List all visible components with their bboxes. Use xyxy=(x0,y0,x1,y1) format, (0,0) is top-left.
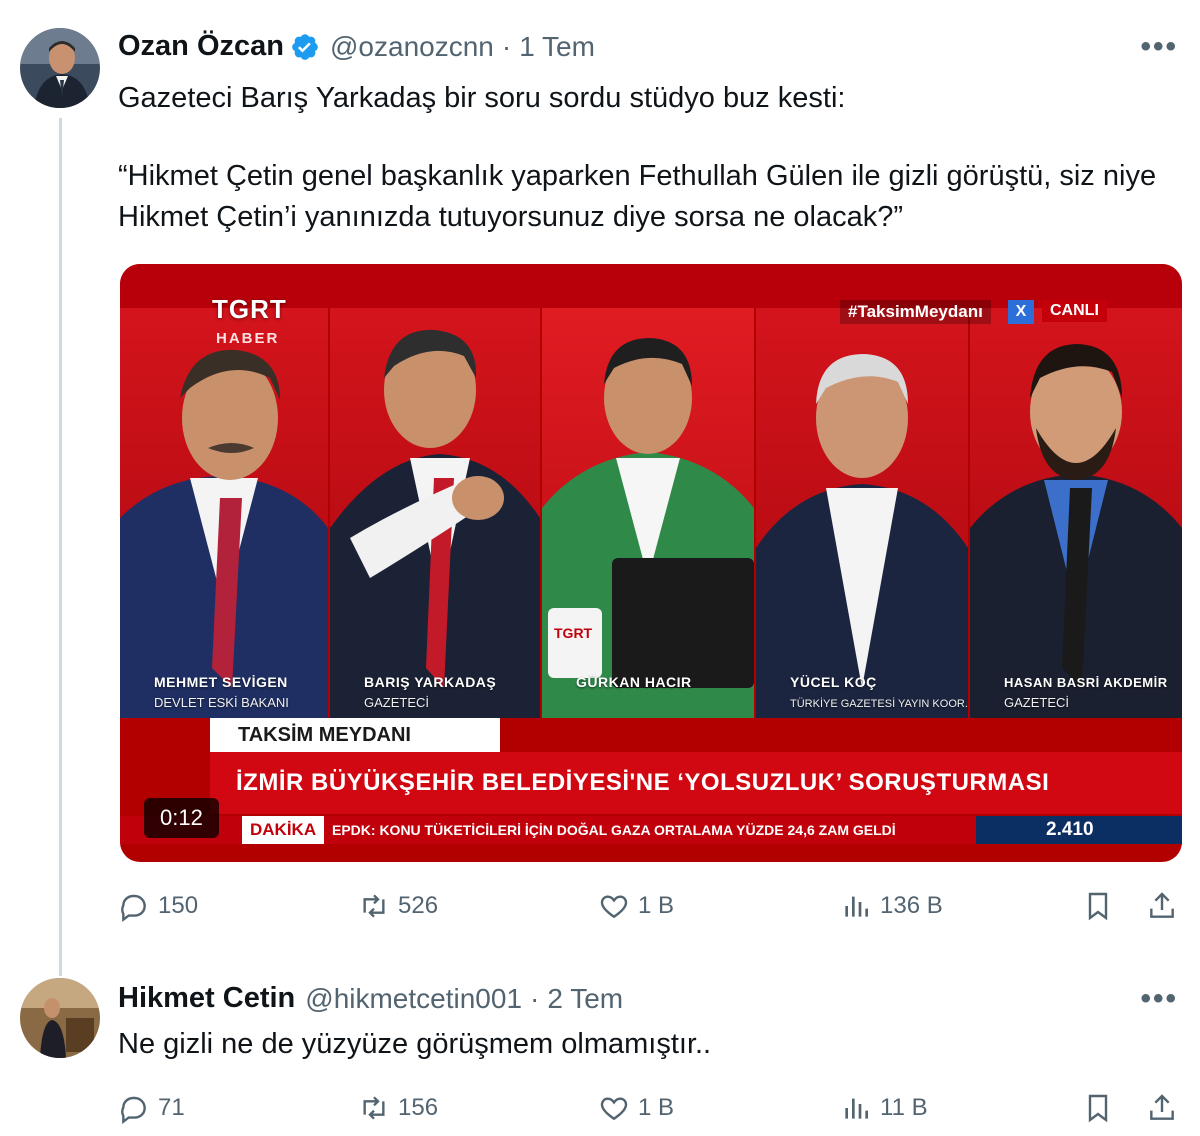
x-logo-icon: X xyxy=(1008,300,1034,324)
ticker-label: DAKİKA xyxy=(242,816,325,844)
views-button[interactable]: 11 B xyxy=(840,1092,928,1124)
video-panel-host: TGRT GÜRKAN HACIR xyxy=(542,308,754,718)
program-hashtag: #TaksimMeydanı xyxy=(840,300,991,324)
views-button[interactable]: 136 B xyxy=(840,890,943,922)
repost-icon xyxy=(363,894,385,918)
separator-dot: · xyxy=(501,30,512,62)
tweet-text-line1: Gazeteci Barış Yarkadaş bir soru sordu s… xyxy=(118,82,846,114)
tweet-header: Ozan Özcan @ozanozcnn · 1 Tem xyxy=(118,30,595,63)
share-icon xyxy=(1150,1094,1174,1120)
like-icon xyxy=(600,895,628,919)
channel-logo: TGRT xyxy=(212,294,287,324)
reply-tweet[interactable]: Hikmet Cetin @hikmetcetin001 · 2 Tem •••… xyxy=(0,976,1200,1136)
author-handle[interactable]: @ozanozcnn xyxy=(330,31,494,63)
live-badge: CANLI xyxy=(1042,300,1107,322)
more-icon[interactable]: ••• xyxy=(1140,30,1178,64)
reply-icon xyxy=(121,894,146,922)
bookmark-icon xyxy=(1088,892,1108,921)
video-timecode: 0:12 xyxy=(144,798,219,838)
views-count: 11 B xyxy=(880,1094,928,1121)
reply-author-avatar[interactable] xyxy=(20,978,100,1058)
share-button[interactable] xyxy=(1146,890,1178,922)
guest-role: TÜRKİYE GAZETESİ YAYIN KOOR. xyxy=(790,698,968,710)
tweet-actions: 150 526 1 B 136 B xyxy=(118,890,1184,930)
guest-name: HASAN BASRİ AKDEMİR xyxy=(1004,675,1168,690)
channel-logo-sub: HABER xyxy=(216,330,280,347)
guest-role: GAZETECİ xyxy=(1004,695,1070,710)
views-count: 136 B xyxy=(880,892,943,919)
reply-actions: 71 156 1 B 11 B xyxy=(118,1092,1184,1132)
repost-count: 526 xyxy=(398,892,439,919)
reply-header: Hikmet Cetin @hikmetcetin001 · 2 Tem xyxy=(118,982,623,1015)
share-button[interactable] xyxy=(1146,1092,1178,1124)
svg-text:TGRT: TGRT xyxy=(554,625,593,641)
video-panel-guest-2: BARIŞ YARKADAŞ GAZETECİ xyxy=(330,308,540,718)
guest-name: YÜCEL KOÇ xyxy=(790,674,877,690)
author-avatar[interactable] xyxy=(20,28,100,108)
views-icon xyxy=(845,1098,868,1119)
reply-author-name[interactable]: Hikmet Cetin xyxy=(118,982,295,1015)
reply-time[interactable]: 2 Tem xyxy=(547,983,623,1015)
video-panel-guest-1: MEHMET SEVİGEN DEVLET ESKİ BAKANI xyxy=(120,308,328,718)
headline-bar: İZMİR BÜYÜKŞEHİR BELEDİYESİ'NE ‘YOLSUZLU… xyxy=(210,752,1182,814)
video-player[interactable]: MEHMET SEVİGEN DEVLET ESKİ BAKANI BARIŞ … xyxy=(120,264,1182,862)
repost-count: 156 xyxy=(398,1094,439,1121)
guest-role: DEVLET ESKİ BAKANI xyxy=(154,695,289,710)
ticker-value: 2.410 xyxy=(976,816,1182,844)
reply-count: 71 xyxy=(158,1094,185,1121)
share-icon xyxy=(1150,892,1174,918)
like-button[interactable]: 1 B xyxy=(598,1092,674,1124)
bookmark-button[interactable] xyxy=(1082,890,1114,922)
repost-icon xyxy=(363,1096,385,1120)
reply-text: Ne gizli ne de yüzyüze görüşmem olmamışt… xyxy=(118,1028,712,1060)
like-button[interactable]: 1 B xyxy=(598,890,674,922)
host-name: GÜRKAN HACIR xyxy=(576,674,692,690)
like-count: 1 B xyxy=(638,1094,675,1121)
reply-button[interactable]: 150 xyxy=(118,890,198,922)
bookmark-button[interactable] xyxy=(1082,1092,1114,1124)
main-tweet[interactable]: Ozan Özcan @ozanozcnn · 1 Tem ••• Gazete… xyxy=(0,0,1200,976)
thread-line xyxy=(59,118,62,976)
bookmark-icon xyxy=(1088,1094,1108,1123)
guest-name: BARIŞ YARKADAŞ xyxy=(364,674,497,690)
reply-author-handle[interactable]: @hikmetcetin001 xyxy=(305,983,522,1015)
reply-button[interactable]: 71 xyxy=(118,1092,185,1124)
verified-badge-icon xyxy=(290,32,320,62)
repost-button[interactable]: 526 xyxy=(358,890,438,922)
separator-dot: · xyxy=(530,982,540,1014)
guest-role: GAZETECİ xyxy=(364,695,430,710)
like-icon xyxy=(600,1097,628,1121)
video-panel-guest-3: YÜCEL KOÇ TÜRKİYE GAZETESİ YAYIN KOOR. xyxy=(756,308,968,718)
ticker-text: EPDK: KONU TÜKETİCİLERİ İÇİN DOĞAL GAZA … xyxy=(332,822,896,838)
author-name[interactable]: Ozan Özcan xyxy=(118,30,284,63)
like-count: 1 B xyxy=(638,892,675,919)
tweet-text-quote: “Hikmet Çetin genel başkanlık yaparken F… xyxy=(118,160,1157,233)
views-icon xyxy=(845,896,868,917)
program-name-bar: TAKSİM MEYDANI xyxy=(210,718,500,752)
more-icon[interactable]: ••• xyxy=(1140,982,1178,1016)
guest-name: MEHMET SEVİGEN xyxy=(154,674,288,690)
reply-icon xyxy=(121,1096,146,1124)
video-panel-guest-4: HASAN BASRİ AKDEMİR GAZETECİ xyxy=(970,308,1182,718)
tweet-time[interactable]: 1 Tem xyxy=(519,31,595,63)
repost-button[interactable]: 156 xyxy=(358,1092,438,1124)
reply-count: 150 xyxy=(158,892,199,919)
